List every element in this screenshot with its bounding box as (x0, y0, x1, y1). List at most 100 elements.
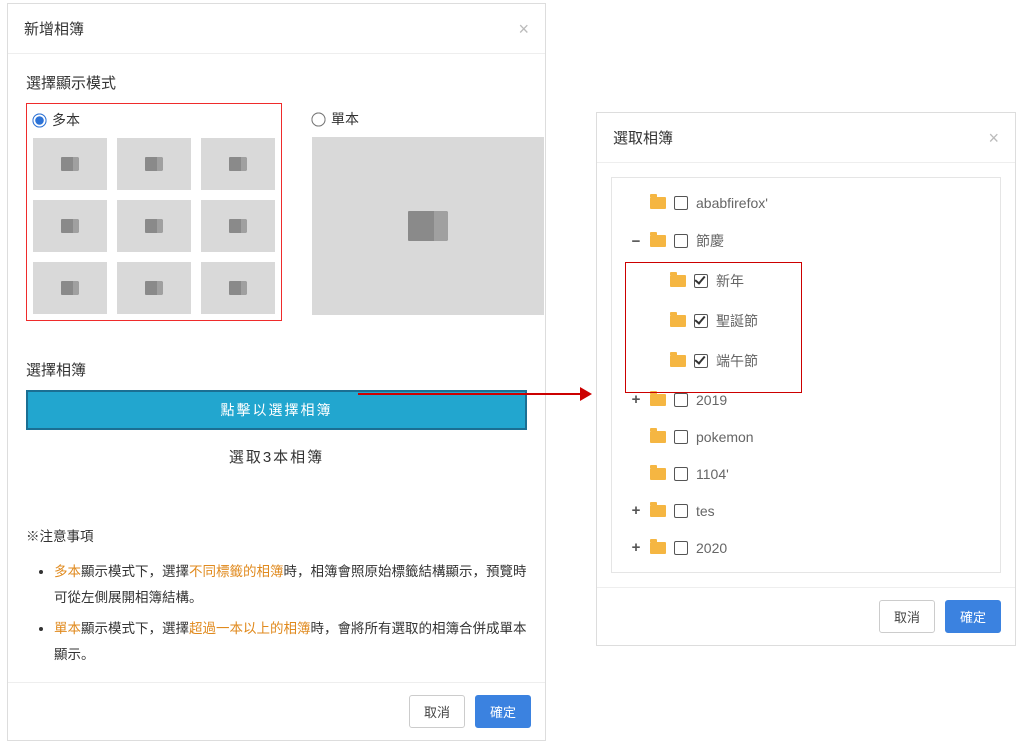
folder-icon (670, 275, 686, 287)
expand-placeholder: + (650, 273, 662, 290)
cancel-button[interactable]: 取消 (879, 600, 935, 633)
close-icon[interactable]: × (518, 20, 529, 38)
book-icon (229, 281, 247, 295)
checkbox[interactable] (674, 541, 688, 555)
expand-icon[interactable]: + (630, 502, 642, 519)
folder-icon (670, 315, 686, 327)
tree-label: 端午節 (716, 351, 758, 371)
expand-icon[interactable]: + (630, 391, 642, 408)
confirm-button[interactable]: 確定 (475, 695, 531, 728)
expand-placeholder: + (650, 313, 662, 330)
tree-item-1104[interactable]: + 1104' (612, 455, 1000, 492)
radio-single-label: 單本 (331, 109, 359, 129)
tree-wrap: + ababfirefox' − 節慶 + 新年 + 聖 (611, 177, 1001, 573)
mode-card-single[interactable]: 單本 (306, 103, 550, 321)
tree-item-pokemon[interactable]: + pokemon (612, 418, 1000, 455)
book-icon (61, 219, 79, 233)
mode-card-multi[interactable]: 多本 (26, 103, 282, 321)
tree-label: 聖誕節 (716, 311, 758, 331)
book-icon (229, 157, 247, 171)
radio-multi-label: 多本 (52, 110, 80, 130)
tree-label: 2020 (696, 540, 727, 556)
selected-count: 選取3本相簿 (26, 446, 527, 467)
modal-title: 新增相簿 (24, 18, 84, 39)
checkbox[interactable] (674, 393, 688, 407)
modal-header: 選取相簿 × (597, 113, 1015, 163)
modal-header: 新增相簿 × (8, 4, 545, 54)
t: 顯示模式下，選擇 (81, 564, 189, 579)
book-icon (61, 281, 79, 295)
folder-icon (650, 468, 666, 480)
tree-label: 新年 (716, 271, 744, 291)
select-album-section: 選擇相簿 點擊以選擇相簿 選取3本相簿 (26, 359, 527, 467)
single-thumb (312, 137, 544, 315)
notes: ※注意事項 多本顯示模式下，選擇不同標籤的相簿時，相簿會照原始標籤結構顯示，預覽… (26, 525, 527, 668)
section-select-album: 選擇相簿 (26, 359, 527, 380)
t: 顯示模式下，選擇 (81, 621, 189, 636)
folder-icon (650, 542, 666, 554)
checkbox-checked[interactable] (694, 274, 708, 288)
thumb (33, 262, 107, 314)
cancel-button[interactable]: 取消 (409, 695, 465, 728)
expand-placeholder: + (650, 353, 662, 370)
collapse-icon[interactable]: − (630, 233, 642, 250)
expand-placeholder: + (630, 428, 642, 445)
checkbox[interactable] (674, 234, 688, 248)
checkbox[interactable] (674, 467, 688, 481)
select-album-button[interactable]: 點擊以選擇相簿 (26, 390, 527, 430)
thumb (33, 200, 107, 252)
checkbox[interactable] (674, 504, 688, 518)
close-icon[interactable]: × (988, 129, 999, 147)
folder-icon (650, 394, 666, 406)
note-item: 單本顯示模式下，選擇超過一本以上的相簿時，會將所有選取的相簿合併成單本顯示。 (54, 616, 527, 667)
section-display-mode: 選擇顯示模式 (26, 72, 527, 93)
add-album-modal: 新增相簿 × 選擇顯示模式 多本 (7, 3, 546, 741)
radio-single[interactable]: 單本 (312, 109, 544, 129)
tree-item-festival[interactable]: − 節慶 (612, 221, 1000, 261)
select-album-modal: 選取相簿 × + ababfirefox' − 節慶 + 新年 (596, 112, 1016, 646)
folder-tree: + ababfirefox' − 節慶 + 新年 + 聖 (612, 178, 1000, 572)
tree-item-christmas[interactable]: + 聖誕節 (612, 301, 1000, 341)
book-icon (145, 281, 163, 295)
multi-thumb-grid (33, 138, 275, 314)
thumb (117, 138, 191, 190)
mode-row: 多本 單本 (26, 103, 527, 321)
tree-item-2020[interactable]: + 2020 (612, 529, 1000, 566)
tree-item-2019[interactable]: + 2019 (612, 381, 1000, 418)
book-icon (145, 219, 163, 233)
tree-label: 2019 (696, 392, 727, 408)
tree-label: tes (696, 503, 715, 519)
em: 不同標籤的相簿 (189, 564, 284, 579)
checkbox-checked[interactable] (694, 354, 708, 368)
folder-icon (670, 355, 686, 367)
radio-multi[interactable]: 多本 (33, 110, 275, 130)
tree-item-dragonboat[interactable]: + 端午節 (612, 341, 1000, 381)
em: 超過一本以上的相簿 (189, 621, 311, 636)
thumb (201, 200, 275, 252)
modal-footer: 取消 確定 (8, 682, 545, 740)
book-icon (61, 157, 79, 171)
em: 多本 (54, 564, 81, 579)
expand-icon[interactable]: + (630, 539, 642, 556)
modal-title: 選取相簿 (613, 127, 673, 148)
folder-icon (650, 197, 666, 209)
note-item: 多本顯示模式下，選擇不同標籤的相簿時，相簿會照原始標籤結構顯示，預覽時可從左側展… (54, 559, 527, 610)
checkbox-checked[interactable] (694, 314, 708, 328)
em: 單本 (54, 621, 81, 636)
checkbox[interactable] (674, 430, 688, 444)
folder-icon (650, 505, 666, 517)
checkbox[interactable] (674, 196, 688, 210)
tree-label: 節慶 (696, 231, 724, 251)
tree-item-ababfirefox[interactable]: + ababfirefox' (612, 184, 1000, 221)
book-icon (229, 219, 247, 233)
annotation-arrow-head (580, 387, 592, 401)
tree-item-newyear[interactable]: + 新年 (612, 261, 1000, 301)
thumb (33, 138, 107, 190)
tree-label: ababfirefox' (696, 195, 768, 211)
tree-label: 1104' (696, 466, 729, 482)
radio-single-input[interactable] (311, 112, 325, 126)
radio-multi-input[interactable] (32, 113, 46, 127)
thumb (201, 262, 275, 314)
confirm-button[interactable]: 確定 (945, 600, 1001, 633)
tree-item-tes[interactable]: + tes (612, 492, 1000, 529)
